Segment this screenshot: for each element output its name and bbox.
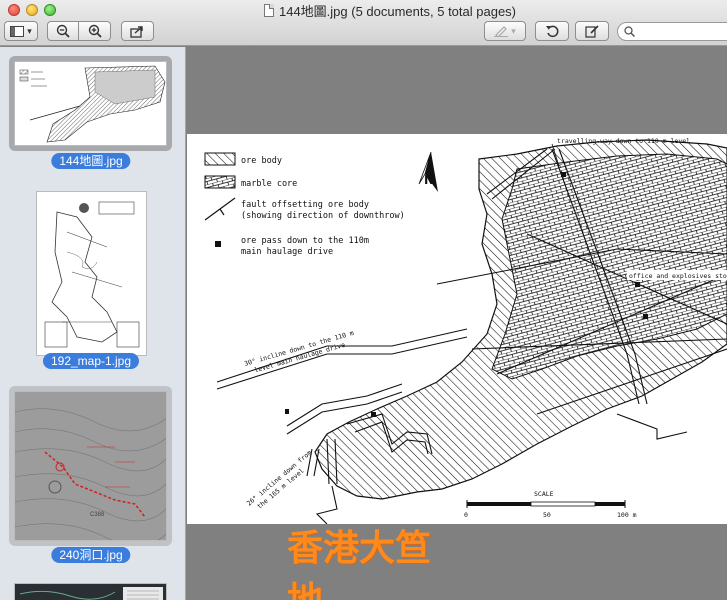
legend-ore-body: ore body [241, 156, 282, 166]
sidebar-icon [10, 25, 25, 37]
annotation-travelling-way: travelling-way down to 110 m level [557, 137, 690, 145]
share-button[interactable] [121, 21, 154, 41]
chevron-down-icon: ▾ [27, 25, 32, 36]
annotate-button[interactable]: ▾ [484, 21, 526, 41]
scale-tick-start: 0 [464, 511, 468, 519]
thumbnail-144-map[interactable] [9, 56, 172, 151]
ore-pass-marker [643, 314, 648, 319]
thumbnail-image [14, 61, 167, 146]
ore-pass-marker [561, 172, 566, 177]
chevron-down-icon: ▾ [511, 25, 516, 36]
minimize-window-button[interactable] [26, 4, 38, 16]
window-titlebar: 144地圖.jpg (5 documents, 5 total pages) ▾ [0, 0, 727, 46]
annotation-office: office and explosives store [629, 272, 727, 280]
thumbnail-image: C388 [14, 391, 167, 541]
thumbnail-240-cave[interactable]: C388 [9, 386, 172, 546]
ore-pass-marker [635, 282, 640, 287]
thumbnail-label-192-map[interactable]: 192_map-1.jpg [42, 353, 140, 369]
thumbnail-image [14, 583, 167, 600]
north-label: N [424, 173, 434, 187]
search-field[interactable] [617, 22, 727, 41]
zoom-window-button[interactable] [44, 4, 56, 16]
document-page: ore body marble core fault offsetting or… [187, 134, 727, 524]
legend-ore-pass-line2: main haulage drive [241, 247, 333, 257]
scale-title: SCALE [534, 490, 554, 498]
zoom-in-icon [88, 24, 102, 38]
edit-button[interactable] [575, 21, 609, 41]
annotation-incline-26-line1: 26° incline down from [245, 449, 313, 508]
pen-icon [494, 26, 509, 37]
scale-tick-mid: 50 [543, 511, 551, 519]
document-view[interactable]: ore body marble core fault offsetting or… [187, 47, 727, 600]
legend-marble-core: marble core [241, 179, 297, 189]
thumbnail-image [36, 191, 147, 356]
scale-tick-end: 100 m [617, 511, 637, 519]
edit-icon [585, 25, 599, 38]
share-icon [130, 25, 143, 38]
legend-ore-pass-marker [215, 241, 221, 247]
rotate-button[interactable] [535, 21, 569, 41]
zoom-in-button[interactable] [79, 21, 111, 41]
legend-ore-body-swatch [204, 152, 236, 166]
document-icon [263, 3, 274, 17]
thumbnail-sidebar: 144地圖.jpg 192_map-1.jpg C388 240洞口.jpg [0, 47, 186, 600]
rotate-left-icon [546, 25, 559, 38]
legend-fault-line2: (showing direction of downthrow) [241, 211, 405, 221]
map-legend: ore body marble core fault offsetting or… [204, 152, 405, 257]
scale-bar: SCALE 0 50 100 m [464, 490, 637, 519]
legend-ore-pass-line1: ore pass down to the 110m [241, 236, 369, 246]
thumbnail-fourth-document[interactable] [9, 578, 172, 600]
mine-map-image: ore body marble core fault offsetting or… [204, 137, 727, 524]
zoom-out-icon [56, 24, 70, 38]
view-menu-button[interactable]: ▾ [4, 21, 38, 41]
watermark-text: 香港大笪地 [287, 528, 432, 600]
search-icon [624, 26, 635, 37]
ore-pass-marker [371, 412, 376, 417]
window-title-text: 144地圖.jpg (5 documents, 5 total pages) [278, 3, 517, 19]
zoom-out-button[interactable] [47, 21, 79, 41]
ore-pass-marker [285, 409, 289, 414]
close-window-button[interactable] [8, 4, 20, 16]
window-title: 144地圖.jpg (5 documents, 5 total pages) [200, 2, 580, 19]
svg-text:C388: C388 [90, 512, 105, 518]
thumbnail-label-144-map[interactable]: 144地圖.jpg [51, 153, 131, 169]
thumbnail-label-240-cave[interactable]: 240洞口.jpg [51, 547, 131, 563]
legend-fault-line1: fault offsetting ore body [241, 200, 369, 210]
thumbnail-192-map[interactable] [31, 186, 152, 361]
north-arrow: N [418, 151, 438, 192]
legend-marble-core-swatch [204, 175, 236, 189]
search-input[interactable] [639, 25, 727, 38]
